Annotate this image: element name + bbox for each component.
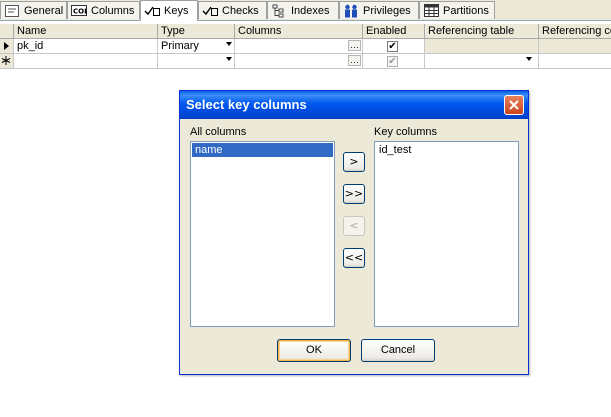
tab-partitions[interactable]: Partitions	[419, 1, 495, 19]
cell-type-value: Primary	[161, 40, 199, 52]
tab-general[interactable]: General	[0, 1, 67, 19]
tab-indexes[interactable]: Indexes	[267, 1, 339, 19]
tab-label: Columns	[91, 4, 135, 17]
key-columns-list[interactable]: id_test	[374, 141, 519, 327]
remove-column-button[interactable]: <	[343, 216, 365, 236]
key-columns-label: Key columns	[374, 126, 437, 138]
current-row-arrow-icon	[4, 42, 9, 50]
list-item[interactable]: id_test	[376, 143, 517, 157]
select-key-columns-dialog: Select key columns All columns name > >>…	[179, 90, 529, 375]
ellipsis-button[interactable]: …	[348, 40, 361, 51]
chevron-down-icon[interactable]	[526, 57, 532, 61]
checks-icon	[202, 5, 218, 17]
dialog-title: Select key columns	[186, 97, 307, 112]
ellipsis-button[interactable]: …	[348, 55, 361, 66]
svg-text:COL: COL	[73, 8, 87, 16]
tab-label: Checks	[222, 4, 259, 17]
col-header-referencing-columns[interactable]: Referencing co	[539, 24, 611, 39]
chevron-down-icon[interactable]	[226, 42, 232, 46]
row-indicator[interactable]	[0, 54, 14, 69]
tab-keys[interactable]: Keys	[140, 0, 198, 21]
tab-strip: General COL Columns Keys Checks Indexes …	[0, 0, 611, 21]
list-item[interactable]: name	[192, 143, 333, 157]
tab-privileges[interactable]: Privileges	[339, 1, 419, 19]
cell-referencing-columns[interactable]	[539, 54, 611, 69]
cell-name[interactable]: pk_id	[14, 39, 158, 54]
enabled-checkbox[interactable]: ✔	[387, 56, 398, 67]
col-header-referencing-table[interactable]: Referencing table	[425, 24, 539, 39]
col-header-name[interactable]: Name	[14, 24, 158, 39]
privileges-icon	[343, 4, 359, 17]
tab-label: Keys	[164, 5, 189, 17]
cell-referencing-columns	[539, 39, 611, 54]
grid-header: Name Type Columns Enabled Referencing ta…	[0, 24, 611, 39]
ok-button[interactable]: OK	[277, 339, 351, 362]
add-all-columns-button[interactable]: >>	[343, 184, 365, 204]
tab-checks[interactable]: Checks	[198, 1, 267, 19]
row-indicator-header	[0, 24, 14, 39]
cell-type[interactable]: Primary	[158, 39, 235, 54]
remove-all-columns-button[interactable]: <<	[343, 248, 365, 268]
add-column-button[interactable]: >	[343, 152, 365, 172]
general-icon	[4, 4, 20, 17]
col-header-type[interactable]: Type	[158, 24, 235, 39]
tab-label: General	[24, 4, 64, 17]
dialog-title-bar[interactable]: Select key columns	[180, 91, 528, 119]
tab-columns[interactable]: COL Columns	[67, 1, 140, 19]
table-row[interactable]: pk_id Primary … ✔	[0, 39, 611, 54]
cell-enabled[interactable]: ✔	[363, 54, 425, 69]
cell-enabled[interactable]: ✔	[363, 39, 425, 54]
chevron-down-icon[interactable]	[226, 57, 232, 61]
new-row-asterisk-icon	[1, 56, 11, 65]
cell-columns[interactable]: …	[235, 39, 363, 54]
cell-type[interactable]	[158, 54, 235, 69]
keys-icon	[144, 5, 160, 17]
partitions-icon	[423, 4, 439, 17]
all-columns-list[interactable]: name	[190, 141, 335, 327]
indexes-icon	[271, 4, 287, 17]
enabled-checkbox[interactable]: ✔	[387, 41, 398, 52]
cell-referencing-table	[425, 39, 539, 54]
cell-referencing-table[interactable]	[425, 54, 539, 69]
col-header-columns[interactable]: Columns	[235, 24, 363, 39]
tab-label: Partitions	[443, 4, 489, 17]
row-indicator[interactable]	[0, 39, 14, 54]
close-button[interactable]	[504, 95, 524, 115]
cancel-button[interactable]: Cancel	[361, 339, 435, 362]
tab-label: Indexes	[291, 4, 330, 17]
tab-label: Privileges	[363, 4, 411, 17]
cell-columns[interactable]: …	[235, 54, 363, 69]
columns-icon: COL	[71, 5, 87, 17]
col-header-enabled[interactable]: Enabled	[363, 24, 425, 39]
cell-name[interactable]	[14, 54, 158, 69]
all-columns-label: All columns	[190, 126, 247, 138]
new-row[interactable]: … ✔	[0, 54, 611, 69]
close-icon	[509, 100, 519, 110]
